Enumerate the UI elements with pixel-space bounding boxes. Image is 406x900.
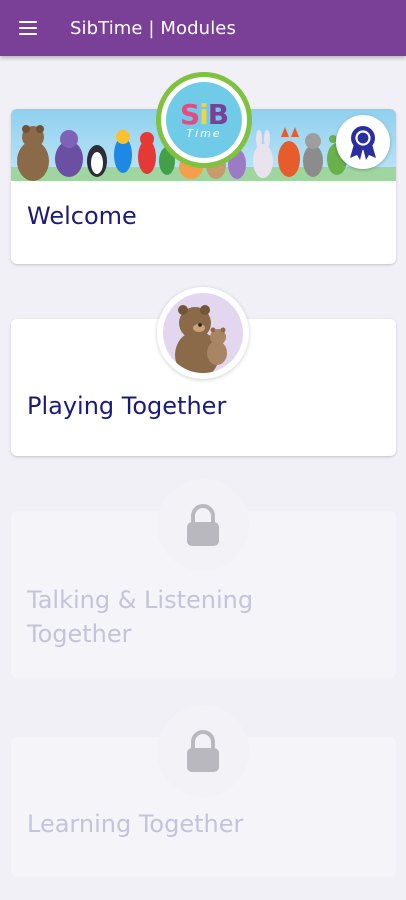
module-title-talking-listening: Talking & Listening Together: [27, 586, 254, 648]
app-title: SibTime | Modules: [70, 17, 236, 39]
award-ribbon-icon[interactable]: [336, 115, 390, 169]
app-bar: SibTime | Modules: [0, 0, 406, 56]
module-title-playing-together: Playing Together: [27, 392, 227, 420]
hamburger-menu-icon[interactable]: [0, 0, 56, 56]
lock-icon: [157, 479, 249, 571]
sibtime-logo: SiB Time: [156, 72, 252, 168]
module-title-welcome: Welcome: [27, 202, 137, 230]
module-title-learning-together: Learning Together: [27, 810, 244, 838]
bear-family-icon: [157, 287, 249, 379]
logo-subtitle: Time: [186, 126, 222, 140]
module-card-welcome[interactable]: SiB Time Welcome: [11, 72, 396, 264]
lock-icon: [157, 705, 249, 797]
